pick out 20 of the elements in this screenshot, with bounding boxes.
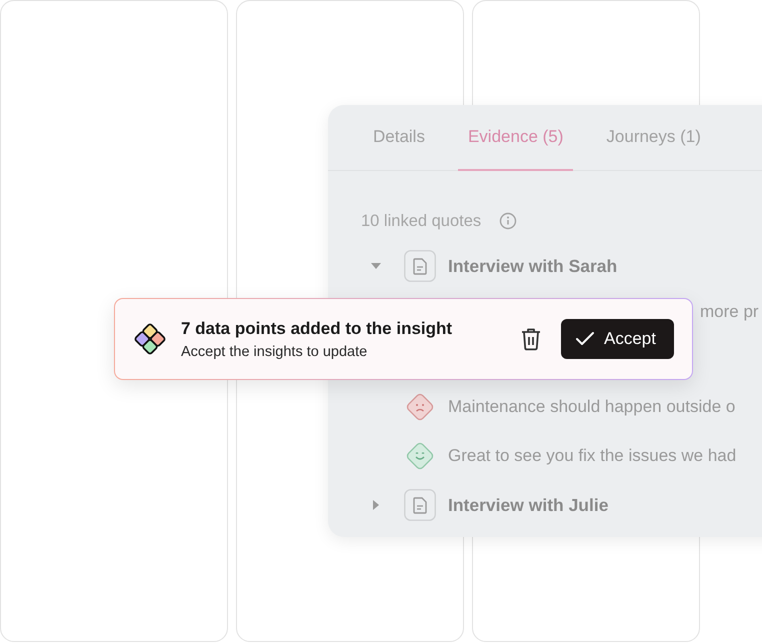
tab[interactable]: Details	[363, 105, 435, 171]
document-icon	[404, 250, 436, 282]
caret-icon[interactable]	[371, 261, 381, 271]
accept-button[interactable]: Accept	[561, 319, 674, 359]
quote-text: Maintenance should happen outside o	[448, 397, 736, 417]
quote-text: more pr	[700, 302, 759, 322]
trash-icon[interactable]	[520, 327, 542, 351]
interview-title[interactable]: Interview with Sarah	[448, 256, 618, 276]
linked-quotes-count: 10 linked quotes	[361, 212, 482, 230]
document-icon	[404, 489, 436, 521]
toast-subtitle: Accept the insights to update	[181, 344, 368, 360]
check-icon	[575, 331, 596, 347]
quote-text: Great to see you fix the issues we had	[448, 446, 736, 466]
caret-icon[interactable]	[371, 500, 381, 510]
app-logo-icon	[134, 323, 166, 355]
tab[interactable]: Journeys (1)	[596, 105, 711, 171]
interview-title[interactable]: Interview with Julie	[448, 494, 608, 516]
tab[interactable]: Evidence (5)	[458, 105, 574, 171]
toast-title: 7 data points added to the insight	[181, 318, 454, 338]
info-icon[interactable]	[499, 212, 518, 230]
